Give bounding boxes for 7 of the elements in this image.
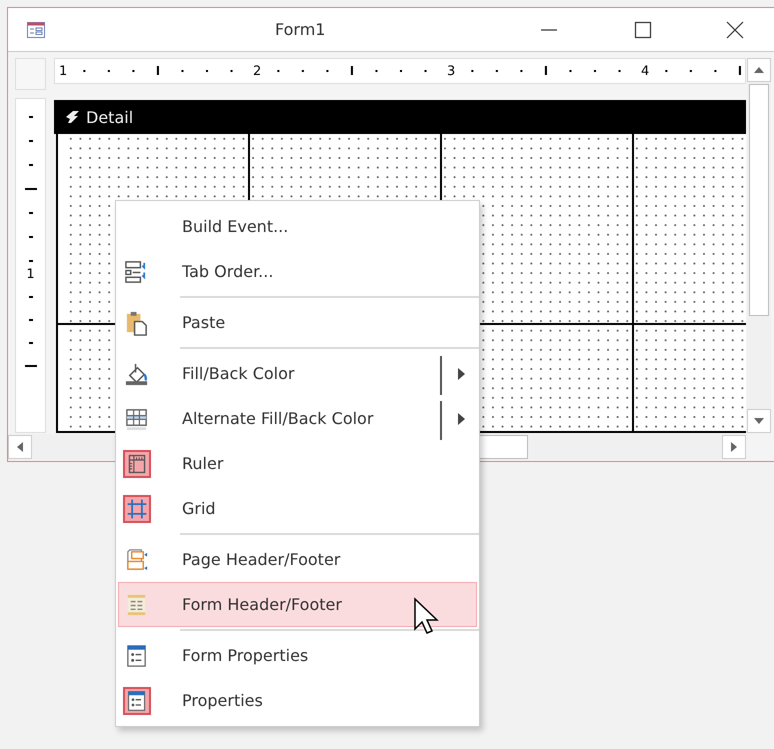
section-title: Detail <box>86 108 134 126</box>
ruler-number: 1 <box>26 267 35 282</box>
ruler-number: 4 <box>641 64 650 78</box>
window-title: Form1 <box>275 20 326 39</box>
ruler-number: 1 <box>59 64 68 78</box>
ruler-number: 3 <box>447 64 456 78</box>
ruler-number: 2 <box>253 64 262 78</box>
